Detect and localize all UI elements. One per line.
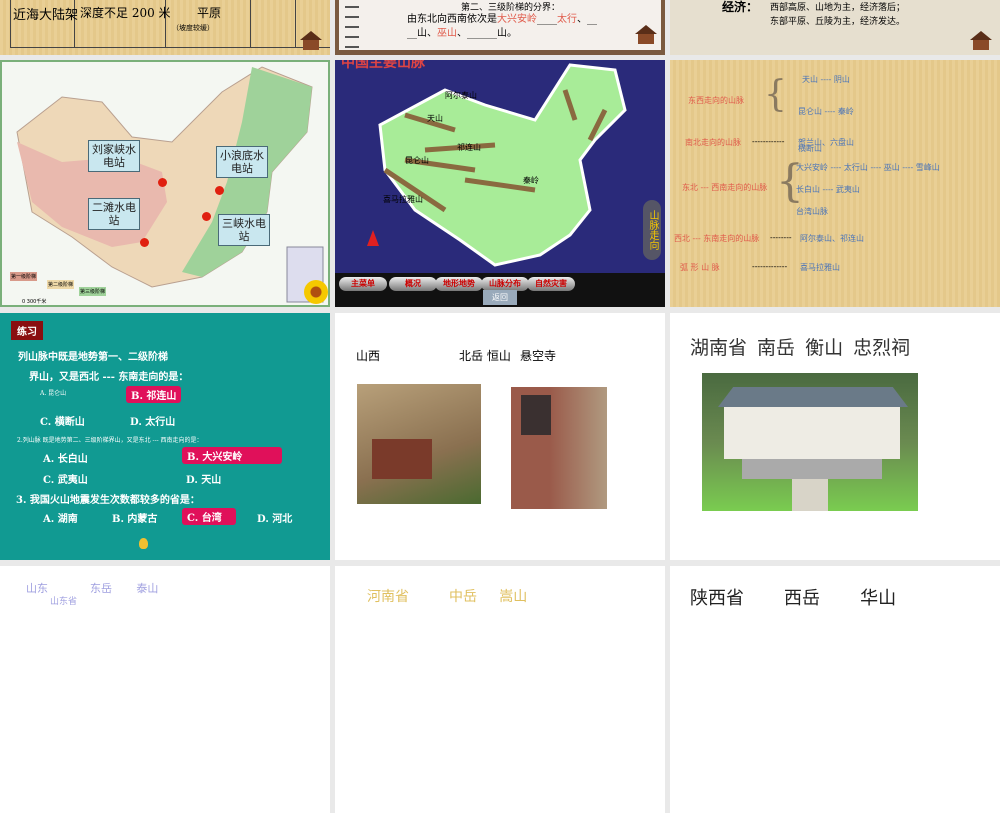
station-label: 小浪底水电站 [216, 146, 268, 178]
mountain-item: 昆仑山 ---- 秦岭 [798, 107, 854, 116]
temple-label: 悬空寺 [520, 349, 557, 363]
option[interactable]: D. 河北 [257, 510, 292, 525]
slide-mountain-map[interactable]: 中国主要山脉 山脉走向 阿尔泰山 天山 祁连山 昆仑山 喜马拉雅山 秦岭 主菜单… [335, 60, 665, 307]
text-line: __山、巫山、______山。 [407, 28, 517, 39]
station-marker[interactable] [202, 212, 211, 221]
main-menu-button[interactable]: 主菜单 [339, 277, 387, 291]
hanging-temple-photo [511, 387, 607, 509]
option-correct[interactable]: B. 大兴安岭 [182, 447, 282, 464]
back-button[interactable]: 返回 [483, 290, 517, 305]
house-icon [968, 31, 994, 51]
house-icon [298, 31, 324, 51]
mountain-item: 横断山 [798, 144, 822, 153]
legend-item: 第一级阶梯 [10, 272, 38, 281]
mountain-item: 长白山 ---- 武夷山 [796, 185, 860, 194]
mountain-item: 大兴安岭 ---- 太行山 ---- 巫山 ---- 雪峰山 [796, 163, 940, 172]
station-label: 二滩水电站 [88, 198, 140, 230]
mountain-item: 喜马拉雅山 [800, 263, 840, 272]
question-text: 2.列山脉 既是地势第二、三级阶梯界山，又是东北 --- 西南走向的是： [17, 437, 203, 444]
mountain-title: 北岳 恒山 [459, 349, 511, 363]
question-text: 列山脉中既是地势第一、二级阶梯 [18, 352, 168, 363]
label: 经济： [722, 0, 759, 14]
table-cell: 深度不足 200 米 [80, 6, 171, 20]
slide-songshan[interactable]: 河南省 中岳 嵩山 [335, 566, 665, 813]
table-note: （坡度较缓） [172, 24, 214, 32]
exercise-badge: 练习 [11, 321, 43, 340]
table-cell: 近海大陆架 [13, 8, 79, 23]
category-label: 弧 形 山 脉 [680, 263, 720, 272]
mountain-label: 喜马拉雅山 [383, 195, 423, 204]
mountain-item: 台湾山脉 [796, 207, 828, 216]
legend-item: 第三级阶梯 [79, 287, 107, 296]
house-icon [633, 25, 659, 45]
slide-title: 陕西省 西岳 华山 [690, 588, 897, 609]
mountain-label: 天山 [427, 114, 443, 123]
slide-economy[interactable]: 经济： 西部高原、山地为主，经济落后； 东部平原、丘陵为主，经济发达。 [670, 0, 1000, 55]
mountain-label: 祁连山 [457, 143, 481, 152]
slide-nanyue[interactable]: 湖南省 南岳 衡山 忠烈祠 [670, 313, 1000, 560]
shrine-photo [702, 373, 918, 511]
option-correct[interactable]: B. 祁连山 [126, 386, 182, 403]
north-arrow-icon [367, 230, 379, 246]
option[interactable]: D. 天山 [186, 471, 221, 486]
text-line: 东部平原、丘陵为主，经济发达。 [770, 17, 906, 27]
option[interactable]: A. 长白山 [43, 450, 88, 465]
legend-item: 第二级阶梯 [47, 280, 75, 289]
mountain-item: 天山 ---- 阴山 [802, 75, 850, 84]
category-label: 西北 --- 东南走向的山脉 [674, 234, 760, 243]
mountain-item: 阿尔泰山、祁连山 [800, 234, 864, 243]
mountain-label: 阿尔泰山 [445, 91, 477, 100]
table-cell: 平原 [197, 6, 222, 20]
slide-hydropower-map[interactable]: 刘家峡水电站 小浪底水电站 二滩水电站 三峡水电站 第一级阶梯 第二级阶梯 第三… [0, 60, 330, 307]
station-label: 刘家峡水电站 [88, 140, 140, 172]
slide-mountain-directions[interactable]: 东西走向的山脉 { 天山 ---- 阴山 昆仑山 ---- 秦岭 南北走向的山脉… [670, 60, 1000, 307]
scale-bar: 0 300千米 [22, 299, 47, 305]
disasters-button[interactable]: 自然灾害 [527, 277, 575, 291]
subtitle: 山东省 [50, 597, 78, 607]
mountains-button[interactable]: 山脉分布 [481, 277, 529, 291]
slide-landform-table[interactable]: 近海大陆架 深度不足 200 米 平原 （坡度较缓） [0, 0, 330, 55]
category-label: 南北走向的山脉 [685, 138, 741, 147]
hanging-temple-photo [357, 384, 481, 504]
text-line: 由东北向西南依次是大兴安岭____太行、__ [407, 14, 597, 25]
sunflower-icon [304, 280, 328, 304]
slide-title: 湖南省 南岳 衡山 忠烈祠 [690, 337, 911, 359]
station-marker[interactable] [140, 238, 149, 247]
option[interactable]: A. 昆仑山 [40, 388, 66, 397]
station-label: 三峡水电站 [218, 214, 270, 246]
china-mountain-map [378, 63, 627, 267]
slide-exercise[interactable]: 练习 列山脉中既是地势第一、二级阶梯 界山，又是西北 --- 东南走向的是： A… [0, 313, 330, 560]
slide-title: 山东 东岳 泰山 [26, 582, 159, 595]
text-line: 西部高原、山地为主，经济落后； [770, 3, 906, 13]
option[interactable]: A. 湖南 [43, 510, 78, 525]
slide-taishan[interactable]: 山东 东岳 泰山 山东省 [0, 566, 330, 813]
slide-title: 河南省 中岳 嵩山 [367, 589, 528, 605]
terrain-button[interactable]: 地形地势 [435, 277, 483, 291]
slide-huashan[interactable]: 陕西省 西岳 华山 [670, 566, 1000, 813]
option[interactable]: C. 武夷山 [43, 471, 88, 486]
mountain-label: 昆仑山 [405, 156, 429, 165]
question-text: 界山，又是西北 --- 东南走向的是： [29, 372, 189, 383]
province-label: 山西 [356, 349, 381, 363]
question-text: 3. 我国火山地震发生次数都较多的省是： [16, 495, 200, 506]
station-marker[interactable] [158, 178, 167, 187]
slide-hengshan[interactable]: 山西 北岳 恒山 悬空寺 [335, 313, 665, 560]
category-label: 东北 --- 西南走向的山脉 [682, 183, 768, 192]
option[interactable]: C. 横断山 [40, 413, 85, 428]
option-correct[interactable]: C. 台湾 [182, 508, 236, 525]
direction-label[interactable]: 山脉走向 [643, 200, 661, 260]
slide-notebook[interactable]: 第二、三级阶梯的分界： 由东北向西南依次是大兴安岭____太行、__ __山、巫… [335, 0, 665, 55]
mountain-label: 秦岭 [523, 176, 539, 185]
category-label: 东西走向的山脉 [688, 96, 744, 105]
bell-icon[interactable] [139, 538, 148, 549]
option[interactable]: D. 太行山 [130, 413, 175, 428]
station-marker[interactable] [215, 186, 224, 195]
overview-button[interactable]: 概况 [389, 277, 437, 291]
binding-rings [345, 0, 359, 50]
option[interactable]: B. 内蒙古 [112, 510, 157, 525]
